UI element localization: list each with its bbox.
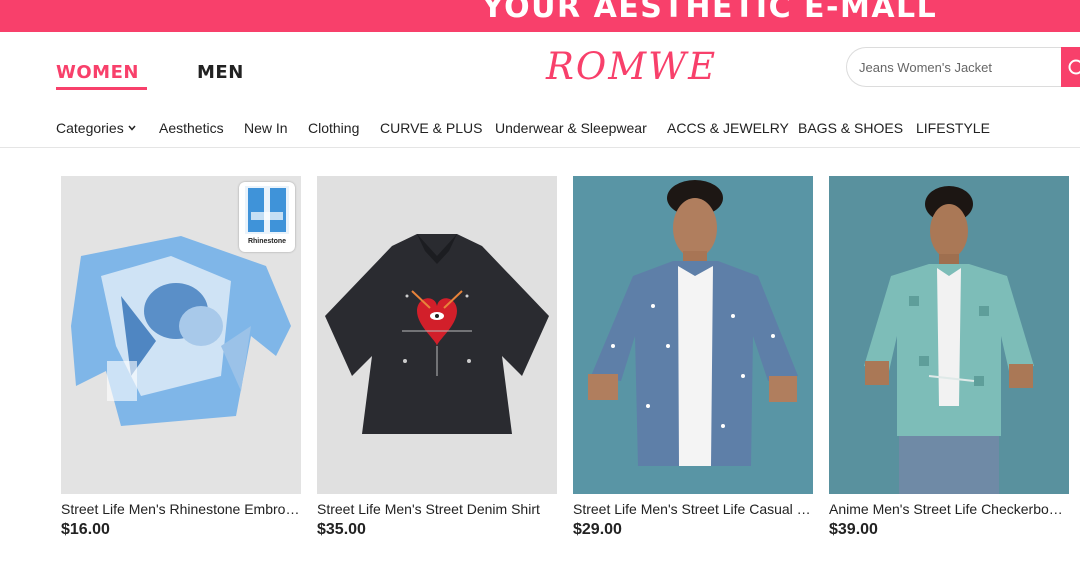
product-image[interactable] <box>829 176 1069 494</box>
category-nav: Categories Aesthetics New In Clothing CU… <box>0 112 1080 148</box>
heart-shirt-image <box>317 176 557 494</box>
product-price: $39.00 <box>829 521 878 538</box>
nav-item-new-in[interactable]: New In <box>244 120 288 136</box>
promo-banner-text: YOUR AESTHETIC E-MALL <box>482 0 938 25</box>
product-card[interactable]: Rhinestone Street Life Men's Rhinestone … <box>61 176 301 538</box>
site-header: WOMEN MEN ROMWE <box>0 32 1080 112</box>
nav-item-bags-shoes[interactable]: BAGS & SHOES <box>798 120 903 136</box>
promo-banner[interactable]: YOUR AESTHETIC E-MALL <box>0 0 1080 32</box>
tab-men[interactable]: MEN <box>197 62 244 83</box>
romwe-logo[interactable]: ROMWE <box>546 45 717 88</box>
product-name[interactable]: Anime Men's Street Life Checkerboard Jac… <box>829 501 1069 517</box>
badge-label: Rhinestone <box>247 238 287 245</box>
search-icon <box>1068 59 1080 75</box>
checkerboard-jacket-model-image <box>829 176 1069 494</box>
nav-item-accs-jewelry[interactable]: ACCS & JEWELRY <box>667 120 789 136</box>
nav-item-curve-plus[interactable]: CURVE & PLUS <box>380 120 482 136</box>
search-input[interactable] <box>859 48 1059 86</box>
active-tab-indicator <box>56 87 147 90</box>
nav-item-underwear-sleepwear[interactable]: Underwear & Sleepwear <box>495 120 647 136</box>
nav-item-aesthetics[interactable]: Aesthetics <box>159 120 224 136</box>
product-card[interactable]: Street Life Men's Street Life Casual Shi… <box>573 176 813 538</box>
product-name[interactable]: Street Life Men's Street Life Casual Shi… <box>573 501 813 517</box>
denim-shirt-model-image <box>573 176 813 494</box>
search-button[interactable] <box>1061 47 1080 87</box>
product-card[interactable]: Street Life Men's Street Denim Shirt $35… <box>317 176 557 538</box>
tab-women[interactable]: WOMEN <box>56 62 139 83</box>
rhinestone-badge: Rhinestone <box>239 182 295 252</box>
product-image[interactable] <box>317 176 557 494</box>
product-name[interactable]: Street Life Men's Rhinestone Embroidered… <box>61 501 301 517</box>
product-image[interactable]: Rhinestone <box>61 176 301 494</box>
chevron-down-icon <box>128 125 136 131</box>
nav-item-clothing[interactable]: Clothing <box>308 120 359 136</box>
product-image[interactable] <box>573 176 813 494</box>
product-card[interactable]: Anime Men's Street Life Checkerboard Jac… <box>829 176 1069 538</box>
search-box <box>846 47 1080 87</box>
nav-item-categories[interactable]: Categories <box>56 120 136 136</box>
nav-item-lifestyle[interactable]: LIFESTYLE <box>916 120 990 136</box>
product-name[interactable]: Street Life Men's Street Denim Shirt <box>317 501 557 517</box>
nav-item-label: Categories <box>56 120 124 136</box>
rhinestone-badge-icon <box>245 186 289 234</box>
product-price: $35.00 <box>317 521 366 538</box>
product-price: $29.00 <box>573 521 622 538</box>
product-price: $16.00 <box>61 521 110 538</box>
